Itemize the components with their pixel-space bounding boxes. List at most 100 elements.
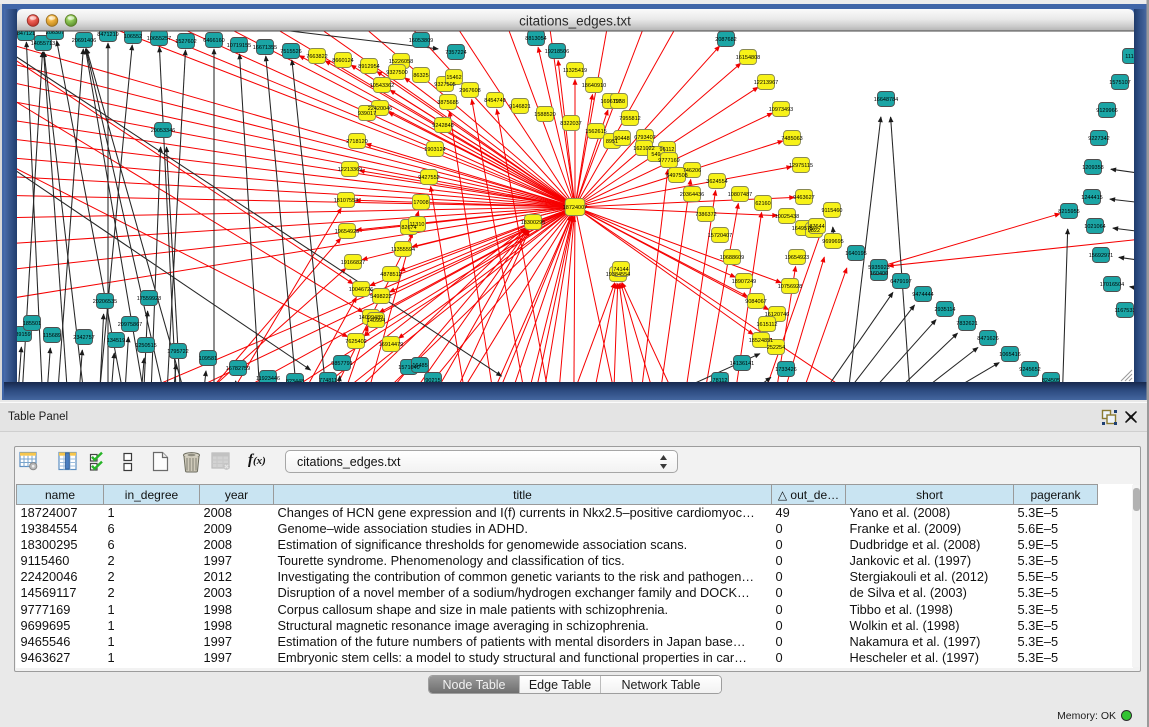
svg-text:10756928: 10756928: [778, 284, 802, 290]
svg-text:1562615: 1562615: [585, 129, 606, 135]
svg-text:1065416: 1065416: [999, 352, 1020, 358]
svg-text:16485: 16485: [412, 363, 427, 369]
svg-text:1209358: 1209358: [1082, 165, 1103, 171]
svg-text:9227342: 9227342: [1088, 136, 1109, 142]
svg-text:20975867: 20975867: [118, 322, 142, 328]
svg-text:12213369: 12213369: [338, 167, 362, 173]
svg-text:115689: 115689: [43, 333, 61, 339]
svg-text:7515526: 7515526: [280, 49, 301, 55]
svg-text:3624554: 3624554: [706, 179, 727, 185]
svg-text:10025438: 10025438: [775, 214, 799, 220]
svg-text:15692971: 15692971: [1089, 253, 1113, 259]
svg-text:10046726: 10046726: [349, 287, 373, 293]
svg-text:1021064: 1021064: [1084, 224, 1105, 230]
svg-text:9242848: 9242848: [432, 123, 453, 129]
svg-text:17559928: 17559928: [137, 296, 161, 302]
svg-text:18640910: 18640910: [582, 83, 606, 89]
svg-text:1903124: 1903124: [424, 147, 445, 153]
svg-text:citations_edges.txt: citations_edges.txt: [519, 14, 631, 29]
svg-text:1167533: 1167533: [1114, 308, 1135, 314]
svg-text:7357224: 7357224: [445, 50, 466, 56]
svg-text:16782759: 16782759: [226, 366, 250, 372]
svg-text:96112: 96112: [660, 147, 675, 153]
svg-text:939017: 939017: [358, 111, 376, 117]
svg-text:160400: 160400: [870, 271, 888, 277]
svg-text:18107553: 18107553: [334, 198, 358, 204]
svg-text:7485063: 7485063: [781, 136, 802, 142]
svg-text:6466160: 6466160: [203, 38, 224, 44]
svg-text:4878512: 4878512: [380, 272, 401, 278]
svg-text:1250515: 1250515: [135, 343, 156, 349]
svg-text:10807487: 10807487: [728, 192, 752, 198]
svg-text:1588520: 1588520: [534, 112, 555, 118]
svg-text:9327500: 9327500: [386, 70, 407, 76]
svg-text:9129966: 9129966: [1096, 108, 1117, 114]
svg-text:8813054: 8813054: [525, 36, 546, 42]
svg-text:14055713: 14055713: [31, 41, 55, 47]
svg-text:1527602: 1527602: [175, 39, 196, 45]
svg-text:5935923: 5935923: [868, 265, 889, 271]
svg-text:1244415: 1244415: [1081, 195, 1102, 201]
svg-text:9245652: 9245652: [1019, 367, 1040, 373]
svg-text:109581: 109581: [199, 356, 217, 362]
svg-text:18524851: 18524851: [749, 338, 773, 344]
svg-text:9327505: 9327505: [434, 82, 455, 88]
svg-text:106552: 106552: [124, 34, 142, 40]
svg-text:16154808: 16154808: [736, 55, 760, 61]
svg-text:16914479: 16914479: [379, 342, 403, 348]
svg-text:2967608: 2967608: [459, 88, 480, 94]
svg-text:62160: 62160: [755, 201, 770, 207]
svg-text:18724007: 18724007: [563, 205, 587, 211]
svg-text:20691406: 20691406: [72, 38, 96, 44]
svg-text:16053809: 16053809: [409, 38, 433, 44]
svg-text:8454749: 8454749: [484, 98, 505, 104]
svg-text:847121: 847121: [17, 31, 35, 37]
svg-text:9474444: 9474444: [912, 292, 933, 298]
svg-text:3875685: 3875685: [437, 100, 458, 106]
svg-text:9699695: 9699695: [822, 239, 843, 245]
svg-text:15462: 15462: [446, 75, 461, 81]
svg-text:134519: 134519: [107, 338, 125, 344]
svg-text:6497508: 6497508: [666, 173, 687, 179]
svg-text:10655257: 10655257: [147, 36, 171, 42]
svg-text:1615112: 1615112: [756, 322, 777, 328]
svg-text:9084067: 9084067: [745, 299, 766, 305]
svg-text:1795722: 1795722: [167, 349, 188, 355]
svg-text:6479197: 6479197: [890, 279, 911, 285]
svg-text:8912954: 8912954: [358, 64, 379, 70]
svg-text:7958: 7958: [613, 99, 625, 105]
svg-text:17008: 17008: [413, 200, 428, 206]
svg-text:8471626: 8471626: [977, 336, 998, 342]
svg-text:18907249: 18907249: [732, 279, 756, 285]
svg-text:7663822: 7663822: [306, 54, 327, 60]
svg-text:16671355: 16671355: [253, 45, 277, 51]
svg-text:9427552: 9427552: [418, 175, 439, 181]
svg-text:1575107: 1575107: [1109, 80, 1130, 86]
svg-text:90448: 90448: [614, 136, 629, 142]
svg-text:9146821: 9146821: [509, 104, 530, 110]
svg-text:10719155: 10719155: [227, 43, 251, 49]
svg-text:18300295: 18300295: [521, 220, 545, 226]
svg-text:8215955: 8215955: [1058, 209, 1079, 215]
svg-text:140994: 140994: [367, 318, 385, 324]
svg-text:2718120: 2718120: [346, 139, 367, 145]
svg-text:2342757: 2342757: [73, 335, 94, 341]
svg-text:16120746: 16120746: [765, 312, 789, 318]
svg-text:1640195: 1640195: [845, 251, 866, 257]
svg-text:252254: 252254: [767, 345, 785, 351]
svg-text:9777169: 9777169: [658, 158, 679, 164]
svg-text:185501: 185501: [23, 321, 41, 327]
svg-text:11923446: 11923446: [256, 376, 280, 382]
svg-text:10973493: 10973493: [769, 107, 793, 113]
svg-text:2935114: 2935114: [934, 307, 955, 313]
svg-text:12975115: 12975115: [789, 163, 813, 169]
svg-text:20364436: 20364436: [680, 192, 704, 198]
svg-text:8471219: 8471219: [97, 32, 118, 38]
svg-text:87644: 87644: [809, 224, 824, 230]
svg-text:19166827: 19166827: [341, 260, 365, 266]
svg-text:7955812: 7955812: [619, 116, 640, 122]
svg-text:11310: 11310: [410, 222, 425, 228]
svg-text:39159: 39159: [15, 332, 30, 338]
svg-text:5498222: 5498222: [370, 294, 391, 300]
svg-text:1733426: 1733426: [775, 367, 796, 373]
